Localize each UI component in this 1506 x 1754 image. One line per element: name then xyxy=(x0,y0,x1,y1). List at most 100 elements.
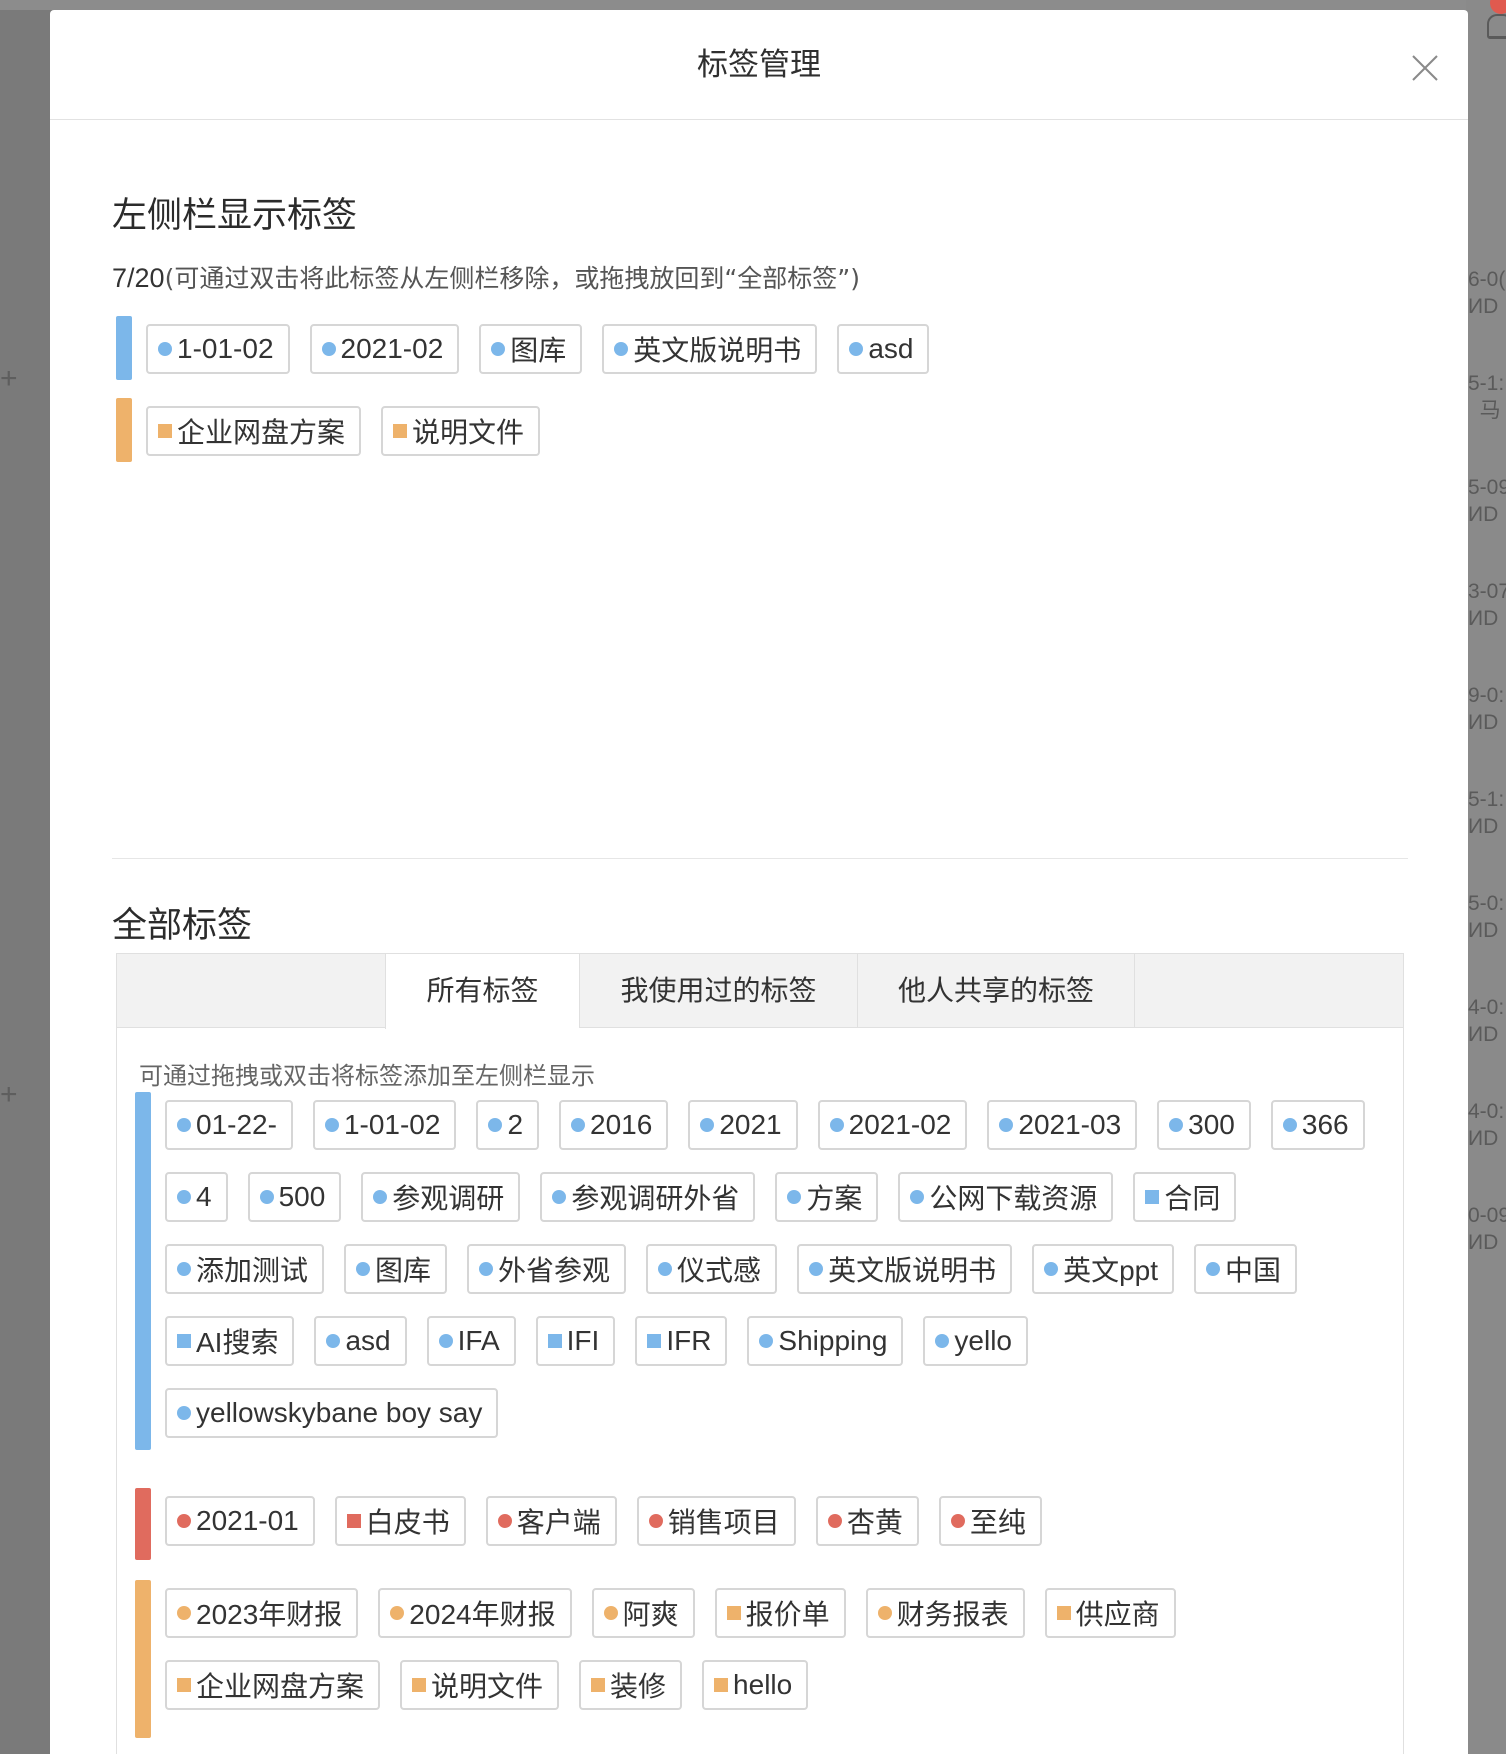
tag-row: AI搜索 asd IFA IFI IFR Shipping yello xyxy=(165,1316,1048,1366)
tag-chip[interactable]: 英文版说明书 xyxy=(602,324,818,374)
sidebar-tags-hint: 7/20(可通过双击将此标签从左侧栏移除，或拖拽放回到“全部标签”) xyxy=(112,260,860,297)
tag-chip[interactable]: 图库 xyxy=(344,1244,448,1294)
tag-chip[interactable]: 公网下载资源 xyxy=(898,1172,1114,1222)
tag-chip[interactable]: 阿爽 xyxy=(591,1588,695,1638)
circle-tag-icon xyxy=(177,1118,191,1132)
tag-chip[interactable]: 杏黄 xyxy=(815,1496,919,1546)
group-color-bar[interactable] xyxy=(135,1488,151,1560)
tag-label: 至纯 xyxy=(969,1507,1026,1538)
tag-chip[interactable]: 说明文件 xyxy=(381,406,541,456)
background-fragment-line: ИD xyxy=(1468,711,1499,734)
tag-label: 公网下载资源 xyxy=(929,1183,1098,1214)
tag-label: 英文版说明书 xyxy=(633,335,802,366)
background-fragment-line: ИD xyxy=(1468,1023,1499,1046)
group-color-bar[interactable] xyxy=(116,316,132,380)
tag-chip[interactable]: 企业网盘方案 xyxy=(165,1660,381,1710)
tab-shared-tags[interactable]: 他人共享的标签 xyxy=(857,954,1135,1028)
tag-chip[interactable]: 报价单 xyxy=(714,1588,846,1638)
circle-tag-icon xyxy=(571,1118,586,1132)
tag-label: 2021-03 xyxy=(1018,1109,1122,1140)
tag-chip[interactable]: 白皮书 xyxy=(334,1496,466,1546)
tag-chip[interactable]: 2024年财报 xyxy=(378,1588,572,1638)
tag-chip[interactable]: Shipping xyxy=(747,1316,904,1366)
tag-row: yellowskybane boy say xyxy=(165,1388,518,1438)
tag-chip[interactable]: 客户端 xyxy=(485,1496,617,1546)
tag-chip[interactable]: 2023年财报 xyxy=(165,1588,359,1638)
tag-label: 中国 xyxy=(1225,1255,1282,1286)
tag-chip[interactable]: 2 xyxy=(476,1100,540,1150)
tag-label: asd xyxy=(345,1325,391,1356)
tag-chip[interactable]: 01-22- xyxy=(165,1100,293,1150)
tag-chip[interactable]: yellowskybane boy say xyxy=(165,1388,499,1438)
tag-chip[interactable]: 英文版说明书 xyxy=(797,1244,1013,1294)
tag-chip[interactable]: 2021-02 xyxy=(309,324,460,374)
tag-chip[interactable]: 500 xyxy=(247,1172,342,1222)
tag-chip[interactable]: 参观调研 xyxy=(361,1172,521,1222)
tag-chip[interactable]: 装修 xyxy=(579,1660,683,1710)
tag-chip[interactable]: IFI xyxy=(535,1316,616,1366)
circle-tag-icon xyxy=(390,1606,405,1620)
tag-chip[interactable]: 2016 xyxy=(559,1100,669,1150)
background-fragment-line: ИD xyxy=(1468,295,1499,318)
tag-chip[interactable]: 财务报表 xyxy=(865,1588,1025,1638)
tag-chip[interactable]: 中国 xyxy=(1194,1244,1298,1294)
tag-chip[interactable]: 4 xyxy=(165,1172,228,1222)
tab-used-tags[interactable]: 我使用过的标签 xyxy=(579,954,857,1028)
square-tag-icon xyxy=(177,1334,191,1348)
square-tag-icon xyxy=(1056,1606,1071,1620)
tag-chip[interactable]: 1-01-02 xyxy=(312,1100,457,1150)
tag-chip[interactable]: 企业网盘方案 xyxy=(146,406,362,456)
tag-chip[interactable]: 添加测试 xyxy=(165,1244,325,1294)
tag-chip[interactable]: asd xyxy=(837,324,930,374)
tag-chip[interactable]: 2021 xyxy=(688,1100,798,1150)
tag-chip[interactable]: 2021-02 xyxy=(817,1100,968,1150)
circle-tag-icon xyxy=(603,1606,618,1620)
tag-chip[interactable]: IFA xyxy=(426,1316,516,1366)
tag-chip[interactable]: 仪式感 xyxy=(646,1244,778,1294)
tag-chip[interactable]: 图库 xyxy=(479,324,583,374)
tag-chip[interactable]: 外省参观 xyxy=(467,1244,627,1294)
background-fragment-line: 5-0: xyxy=(1468,892,1505,915)
tag-chip[interactable]: 300 xyxy=(1157,1100,1251,1150)
tag-chip[interactable]: 1-01-02 xyxy=(146,324,290,374)
tag-label: 1-01-02 xyxy=(343,1109,441,1140)
tag-chip[interactable]: AI搜索 xyxy=(165,1316,295,1366)
tag-label: 外省参观 xyxy=(498,1255,611,1286)
tag-chip[interactable]: 方案 xyxy=(775,1172,879,1222)
square-tag-icon xyxy=(591,1678,606,1692)
tag-chip[interactable]: 2021-01 xyxy=(165,1496,315,1546)
circle-tag-icon xyxy=(373,1190,388,1204)
tab-all-tags[interactable]: 所有标签 xyxy=(385,954,579,1029)
tag-chip[interactable]: IFR xyxy=(635,1316,728,1366)
tag-chip[interactable]: 销售项目 xyxy=(636,1496,796,1546)
sidebar-tags-hint-text: (可通过双击将此标签从左侧栏移除，或拖拽放回到“全部标签”) xyxy=(164,264,860,293)
circle-tag-icon xyxy=(488,1118,503,1132)
circle-tag-icon xyxy=(849,342,864,356)
tag-chip[interactable]: 供应商 xyxy=(1044,1588,1176,1638)
tag-label: yello xyxy=(954,1325,1012,1356)
close-button[interactable] xyxy=(1405,48,1445,88)
square-tag-icon xyxy=(393,424,408,438)
tag-chip[interactable]: 英文ppt xyxy=(1032,1244,1175,1294)
tag-chip[interactable]: 2021-03 xyxy=(987,1100,1138,1150)
background-list-fragment: 4-0: ИD xyxy=(1468,994,1504,1048)
group-color-bar[interactable] xyxy=(135,1092,151,1450)
tag-label: 366 xyxy=(1301,1109,1349,1140)
tag-chip[interactable]: hello xyxy=(702,1660,809,1710)
tag-chip[interactable]: 说明文件 xyxy=(400,1660,560,1710)
tag-row: 4 500 参观调研 参观调研外省 方案 公网下载资源 合同 xyxy=(165,1172,1256,1222)
tag-chip[interactable]: asd xyxy=(314,1316,407,1366)
background-list-fragment: 5-1: 马 xyxy=(1468,370,1504,424)
tag-label: AI搜索 xyxy=(196,1327,279,1358)
tag-chip[interactable]: 366 xyxy=(1270,1100,1365,1150)
tag-chip[interactable]: 合同 xyxy=(1133,1172,1237,1222)
group-color-bar[interactable] xyxy=(135,1580,151,1738)
tag-chip[interactable]: 参观调研外省 xyxy=(540,1172,756,1222)
tag-chip[interactable]: yello xyxy=(923,1316,1028,1366)
tag-chip[interactable]: 至纯 xyxy=(938,1496,1042,1546)
tag-label: 阿爽 xyxy=(622,1599,679,1630)
group-color-bar[interactable] xyxy=(116,398,132,462)
circle-tag-icon xyxy=(177,1606,191,1620)
background-list-fragment: 5-1: ИD xyxy=(1468,786,1504,840)
square-tag-icon xyxy=(158,424,172,438)
